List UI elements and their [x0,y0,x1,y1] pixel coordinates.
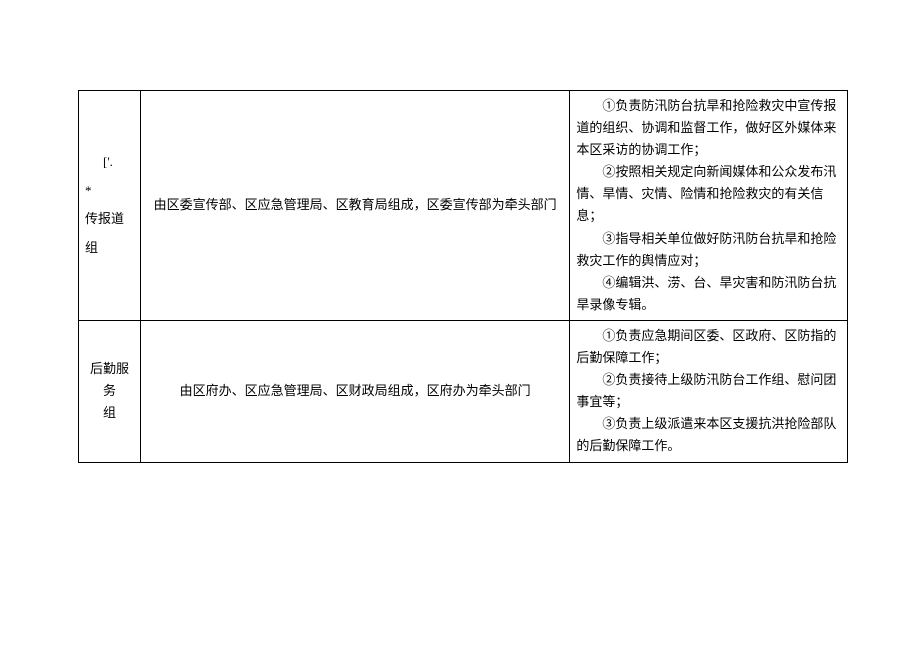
duty-item: ②负责接待上级防汛防台工作组、慰问团事宜等； [576,369,841,413]
name-fragment: 传报道组 [85,205,134,262]
duty-item: ①负责防汛防台抗旱和抢险救灾中宣传报道的组织、协调和监督工作，做好区外媒体来本区… [576,95,841,161]
duty-item: ①负责应急期间区委、区政府、区防指的后勤保障工作； [576,325,841,369]
duty-item: ③指导相关单位做好防汛防台抗旱和抢险救灾工作的舆情应对； [576,228,841,272]
cell-composition: 由区府办、区应急管理局、区财政局组成，区府办为牵头部门 [140,320,569,462]
duty-item: ④编辑洪、涝、台、旱灾害和防汛防台抗旱录像专辑。 [576,272,841,316]
table-row: ['. * 传报道组 由区委宣传部、区应急管理局、区教育局组成，区委宣传部为牵头… [79,91,848,321]
organization-duty-table: ['. * 传报道组 由区委宣传部、区应急管理局、区教育局组成，区委宣传部为牵头… [78,90,848,463]
composition-text: 由区府办、区应急管理局、区财政局组成，区府办为牵头部门 [180,383,531,398]
duty-item: ②按照相关规定向新闻媒体和公众发布汛情、旱情、灾情、险情和抢险救灾的有关信息； [576,161,841,227]
cell-group-name: 后勤服务 组 [79,320,141,462]
name-fragment: ['. [85,148,134,177]
table-row: 后勤服务 组 由区府办、区应急管理局、区财政局组成，区府办为牵头部门 ①负责应急… [79,320,848,462]
cell-duties: ①负责防汛防台抗旱和抢险救灾中宣传报道的组织、协调和监督工作，做好区外媒体来本区… [570,91,848,321]
cell-duties: ①负责应急期间区委、区政府、区防指的后勤保障工作； ②负责接待上级防汛防台工作组… [570,320,848,462]
name-fragment: 组 [85,402,134,424]
name-fragment: 后勤服务 [85,358,134,402]
name-fragment: * [85,177,134,206]
cell-composition: 由区委宣传部、区应急管理局、区教育局组成，区委宣传部为牵头部门 [140,91,569,321]
composition-text: 由区委宣传部、区应急管理局、区教育局组成，区委宣传部为牵头部门 [154,197,557,212]
cell-group-name: ['. * 传报道组 [79,91,141,321]
duty-item: ③负责上级派遣来本区支援抗洪抢险部队的后勤保障工作。 [576,413,841,457]
